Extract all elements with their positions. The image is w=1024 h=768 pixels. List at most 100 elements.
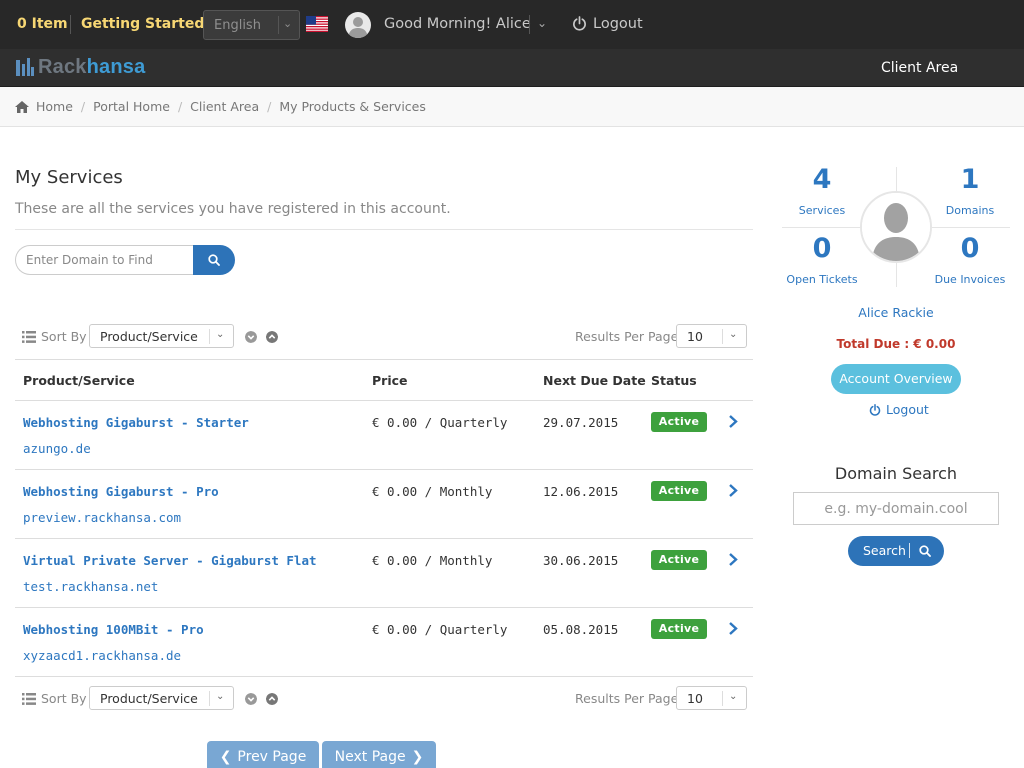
- table-row[interactable]: Webhosting Gigaburst - Pro preview.rackh…: [15, 470, 753, 539]
- sort-ascending-icon[interactable]: [266, 331, 278, 343]
- service-price: € 0.00 / Monthly: [372, 484, 493, 499]
- breadcrumb-bar: Home / Portal Home / Client Area / My Pr…: [0, 87, 1024, 127]
- power-icon: [869, 403, 881, 416]
- column-header-product[interactable]: Product/Service: [23, 373, 135, 388]
- service-price: € 0.00 / Quarterly: [372, 415, 508, 430]
- language-select[interactable]: English ⌄: [203, 10, 300, 40]
- service-name[interactable]: Webhosting Gigaburst - Pro: [23, 484, 219, 499]
- breadcrumb-client-area[interactable]: Client Area: [190, 99, 259, 114]
- divider: [209, 329, 210, 344]
- open-tickets-count[interactable]: 0: [777, 233, 867, 264]
- page-description: These are all the services you have regi…: [15, 201, 451, 217]
- user-greeting[interactable]: Good Morning! Alice: [384, 16, 531, 32]
- rackhansa-logo-icon[interactable]: [16, 58, 34, 76]
- services-label[interactable]: Services: [777, 204, 867, 217]
- account-overview-button[interactable]: Account Overview: [831, 364, 961, 394]
- sort-descending-icon[interactable]: [245, 331, 257, 343]
- breadcrumb-home[interactable]: Home: [36, 99, 73, 114]
- table-row[interactable]: Virtual Private Server - Gigaburst Flat …: [15, 539, 753, 608]
- column-header-price[interactable]: Price: [372, 373, 408, 388]
- column-header-status[interactable]: Status: [651, 373, 697, 388]
- nav-client-area[interactable]: Client Area: [881, 60, 958, 76]
- brand-logo[interactable]: Rackhansa: [38, 56, 145, 79]
- sort-descending-icon[interactable]: [245, 693, 257, 705]
- service-domain[interactable]: xyzaacd1.rackhansa.de: [23, 648, 181, 663]
- service-domain[interactable]: preview.rackhansa.com: [23, 510, 181, 525]
- chevron-down-icon[interactable]: ⌄: [537, 16, 547, 30]
- breadcrumb-portal-home[interactable]: Portal Home: [93, 99, 170, 114]
- service-name[interactable]: Virtual Private Server - Gigaburst Flat: [23, 553, 317, 568]
- chevron-right-icon[interactable]: [727, 552, 739, 567]
- services-table: Product/Service Price Next Due Date Stat…: [15, 359, 753, 677]
- breadcrumb-separator: /: [177, 99, 183, 114]
- search-icon: [208, 254, 220, 266]
- service-domain[interactable]: test.rackhansa.net: [23, 579, 158, 594]
- sidebar-logout-label: Logout: [886, 402, 929, 417]
- chevron-right-icon[interactable]: [727, 414, 739, 429]
- chevron-down-icon: ⌄: [729, 329, 738, 340]
- domain-filter-button[interactable]: [193, 245, 235, 275]
- sidebar-logout-link[interactable]: Logout: [869, 402, 929, 417]
- divider: [529, 15, 530, 34]
- column-header-next-due-date[interactable]: Next Due Date: [543, 373, 646, 388]
- next-page-button[interactable]: Next Page ❯: [322, 741, 436, 768]
- results-per-page-select[interactable]: 10 ⌄: [676, 686, 747, 710]
- chevron-down-icon: ⌄: [216, 691, 225, 702]
- chevron-down-icon: ⌄: [216, 329, 225, 340]
- sort-bar-bottom: Sort By Product/Service ⌄ Results Per Pa…: [15, 686, 753, 712]
- sort-label: Sort By: [41, 691, 87, 706]
- service-domain[interactable]: azungo.de: [23, 441, 91, 456]
- domain-search-label: Search: [863, 543, 906, 558]
- top-bar: 0 Item Getting Started English ⌄ Good Mo…: [0, 0, 1024, 49]
- sort-ascending-icon[interactable]: [266, 693, 278, 705]
- open-tickets-label[interactable]: Open Tickets: [777, 273, 867, 286]
- status-badge: Active: [651, 550, 707, 570]
- cart-link[interactable]: 0 Item: [17, 16, 68, 32]
- sort-bar-top: Sort By Product/Service ⌄ Results Per Pa…: [15, 324, 753, 350]
- us-flag-icon[interactable]: [306, 16, 328, 32]
- domain-search-input[interactable]: [793, 492, 999, 525]
- domain-search-button[interactable]: Search: [848, 536, 944, 566]
- domain-filter-input[interactable]: [15, 245, 195, 275]
- results-per-page-label: Results Per Page: [575, 691, 679, 706]
- chevron-right-icon[interactable]: [727, 483, 739, 498]
- table-row[interactable]: Webhosting 100MBit - Pro xyzaacd1.rackha…: [15, 608, 753, 677]
- logo-text-part2: hansa: [86, 56, 146, 78]
- divider: [209, 691, 210, 706]
- table-row[interactable]: Webhosting Gigaburst - Starter azungo.de…: [15, 401, 753, 470]
- service-name[interactable]: Webhosting 100MBit - Pro: [23, 622, 204, 637]
- chevron-right-icon[interactable]: [727, 621, 739, 636]
- service-due-date: 12.06.2015: [543, 484, 619, 499]
- breadcrumb-separator: /: [267, 99, 272, 114]
- due-invoices-label[interactable]: Due Invoices: [925, 273, 1015, 286]
- service-price: € 0.00 / Monthly: [372, 553, 493, 568]
- avatar: [860, 191, 932, 263]
- table-header: Product/Service Price Next Due Date Stat…: [15, 359, 753, 401]
- logout-link[interactable]: Logout: [593, 16, 643, 32]
- sort-value: Product/Service: [100, 691, 198, 706]
- sort-select[interactable]: Product/Service ⌄: [89, 324, 234, 348]
- prev-page-button[interactable]: ❮ Prev Page: [207, 741, 319, 768]
- divider: [722, 329, 723, 344]
- results-per-page-select[interactable]: 10 ⌄: [676, 324, 747, 348]
- domains-count[interactable]: 1: [925, 164, 1015, 195]
- sort-select[interactable]: Product/Service ⌄: [89, 686, 234, 710]
- brand-bar: Rackhansa Client Area: [0, 49, 1024, 87]
- due-invoices-count[interactable]: 0: [925, 233, 1015, 264]
- domains-label[interactable]: Domains: [925, 204, 1015, 217]
- avatar[interactable]: [345, 12, 371, 38]
- search-icon: [919, 545, 931, 557]
- breadcrumb: Home / Portal Home / Client Area / My Pr…: [15, 99, 426, 114]
- services-count[interactable]: 4: [777, 164, 867, 195]
- service-name[interactable]: Webhosting Gigaburst - Starter: [23, 415, 249, 430]
- getting-started-link[interactable]: Getting Started: [81, 16, 204, 32]
- user-name[interactable]: Alice Rackie: [782, 305, 1010, 320]
- list-icon: [22, 331, 36, 343]
- divider: [70, 15, 71, 34]
- sort-label: Sort By: [41, 329, 87, 344]
- results-per-page-value: 10: [687, 329, 703, 344]
- power-icon[interactable]: [572, 16, 587, 31]
- sort-value: Product/Service: [100, 329, 198, 344]
- domain-search-title: Domain Search: [834, 464, 958, 483]
- divider: [15, 229, 753, 230]
